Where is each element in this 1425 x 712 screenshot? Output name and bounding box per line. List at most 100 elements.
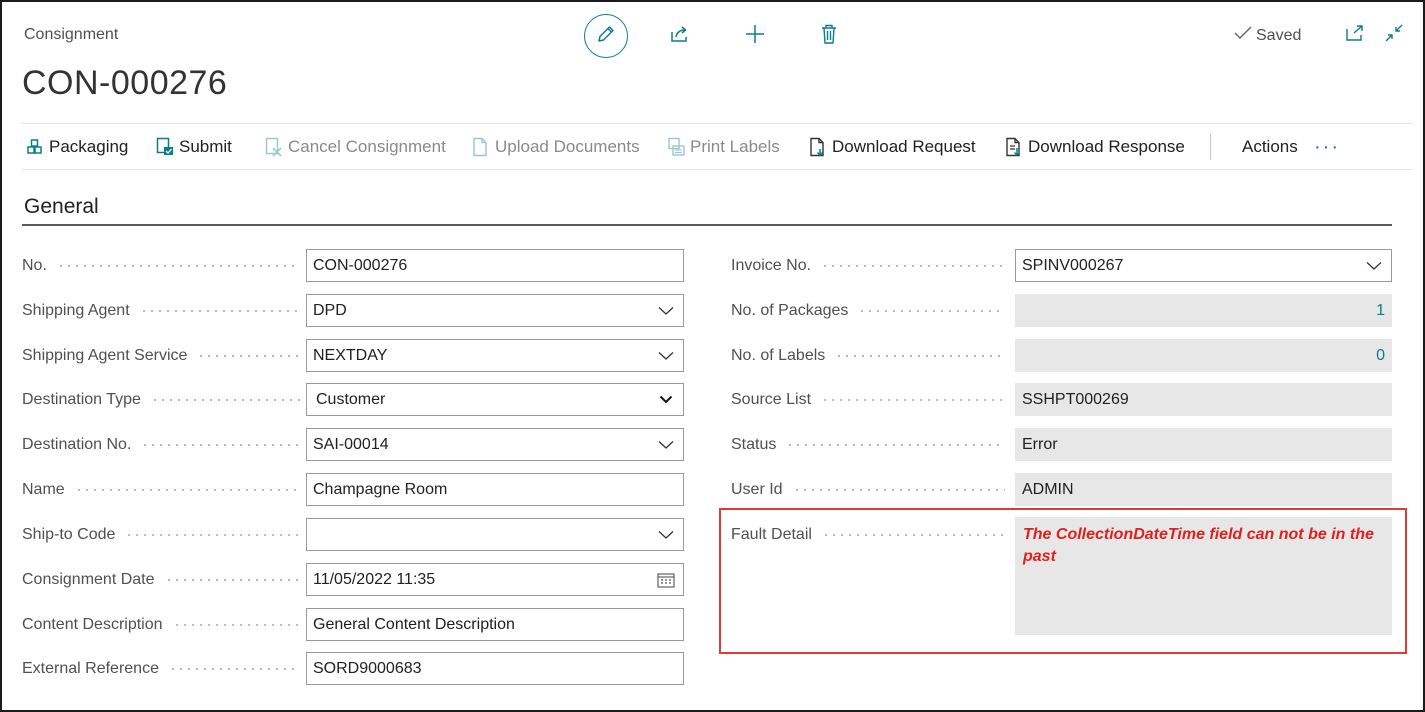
destination-no-dropdown[interactable]: SAI-00014: [306, 428, 684, 461]
download-response-button[interactable]: Download Response: [1005, 124, 1185, 170]
plus-icon: [744, 23, 766, 50]
shipping-agent-dropdown[interactable]: DPD: [306, 294, 684, 327]
chevron-down-icon: [1365, 257, 1383, 275]
print-labels-icon: [667, 137, 685, 157]
upload-document-icon: [472, 137, 490, 157]
submit-icon: [156, 137, 174, 157]
field-label: Shipping Agent Service: [22, 339, 300, 372]
print-labels-button[interactable]: Print Labels: [667, 124, 780, 170]
download-response-icon: [1005, 137, 1023, 157]
chevron-down-icon: [657, 302, 675, 320]
field-user-id: User Id ADMIN: [731, 473, 1392, 506]
field-label: Status: [731, 428, 1005, 461]
field-label: Shipping Agent: [22, 294, 300, 327]
field-name: Name Champagne Room: [22, 473, 684, 506]
cancel-consignment-label: Cancel Consignment: [288, 137, 446, 156]
action-bar-divider: [1210, 134, 1211, 160]
content-description-input[interactable]: General Content Description: [306, 608, 684, 641]
consignment-date-input[interactable]: 11/05/2022 11:35: [306, 563, 684, 596]
page-caption: Consignment: [24, 26, 119, 43]
invoice-no-dropdown[interactable]: SPINV000267: [1015, 249, 1392, 282]
upload-documents-button[interactable]: Upload Documents: [472, 124, 640, 170]
field-no-of-labels: No. of Labels 0: [731, 339, 1392, 372]
chevron-down-icon: [657, 436, 675, 454]
field-destination-no: Destination No. SAI-00014: [22, 428, 684, 461]
field-invoice-no: Invoice No. SPINV000267: [731, 249, 1392, 282]
packaging-icon: [26, 137, 44, 157]
no-input[interactable]: CON-000276: [306, 249, 684, 282]
user-id-value: ADMIN: [1015, 473, 1392, 506]
checkmark-icon: [1234, 26, 1252, 45]
field-shipping-agent-service: Shipping Agent Service NEXTDAY: [22, 339, 684, 372]
no-of-labels-value[interactable]: 0: [1015, 339, 1392, 372]
download-request-button[interactable]: Download Request: [809, 124, 976, 170]
cancel-document-icon: [265, 137, 283, 157]
share-button[interactable]: [668, 24, 692, 48]
field-label: Content Description: [22, 608, 300, 641]
section-title-general[interactable]: General: [24, 195, 99, 219]
field-source-list: Source List SSHPT000269: [731, 383, 1392, 416]
destination-type-select[interactable]: Customer: [306, 383, 684, 416]
download-request-label: Download Request: [832, 137, 976, 156]
field-label: No.: [22, 249, 300, 282]
chevron-down-icon: [657, 391, 675, 409]
name-input[interactable]: Champagne Room: [306, 473, 684, 506]
download-document-icon: [809, 137, 827, 157]
collapse-button[interactable]: [1383, 24, 1405, 46]
no-of-packages-value[interactable]: 1: [1015, 294, 1392, 327]
external-reference-input[interactable]: SORD9000683: [306, 652, 684, 685]
field-shipping-agent: Shipping Agent DPD: [22, 294, 684, 327]
chevron-down-icon: [657, 526, 675, 544]
open-new-window-icon: [1345, 24, 1365, 47]
fault-detail-highlight: [719, 508, 1407, 654]
action-bar: Packaging Submit Cancel Consignment Uplo…: [22, 123, 1413, 170]
page-title: CON-000276: [22, 64, 228, 102]
field-label: User Id: [731, 473, 1005, 506]
field-external-reference: External Reference SORD9000683: [22, 652, 684, 685]
status-value: Error: [1015, 428, 1392, 461]
submit-button[interactable]: Submit: [156, 124, 232, 170]
field-label: Ship-to Code: [22, 518, 300, 551]
field-content-description: Content Description General Content Desc…: [22, 608, 684, 641]
submit-label: Submit: [179, 137, 232, 156]
cancel-consignment-button[interactable]: Cancel Consignment: [265, 124, 446, 170]
more-options-button[interactable]: ···: [1314, 124, 1340, 170]
field-label: Destination No.: [22, 428, 300, 461]
actions-label: Actions: [1242, 137, 1298, 156]
field-label: Invoice No.: [731, 249, 1005, 282]
calendar-icon[interactable]: [657, 571, 675, 589]
page-frame: Consignment CON-000276 Saved Packaging S…: [0, 0, 1425, 712]
field-label: Source List: [731, 383, 1005, 416]
field-label: No. of Labels: [731, 339, 1005, 372]
section-divider: [22, 224, 1392, 226]
field-label: External Reference: [22, 652, 300, 685]
source-list-value: SSHPT000269: [1015, 383, 1392, 416]
field-ship-to-code: Ship-to Code: [22, 518, 684, 551]
chevron-down-icon: [657, 347, 675, 365]
field-no-of-packages: No. of Packages 1: [731, 294, 1392, 327]
field-label: Name: [22, 473, 300, 506]
trash-icon: [819, 23, 839, 50]
field-label: No. of Packages: [731, 294, 1005, 327]
download-response-label: Download Response: [1028, 137, 1185, 156]
collapse-icon: [1384, 23, 1404, 48]
packaging-label: Packaging: [49, 137, 129, 156]
actions-menu-button[interactable]: Actions: [1242, 124, 1298, 170]
field-status: Status Error: [731, 428, 1392, 461]
save-status-text: Saved: [1256, 26, 1302, 44]
print-labels-label: Print Labels: [690, 137, 780, 156]
open-new-window-button[interactable]: [1344, 24, 1366, 46]
field-label: Destination Type: [22, 383, 300, 416]
upload-documents-label: Upload Documents: [495, 137, 640, 156]
share-icon: [669, 23, 691, 50]
field-consignment-date: Consignment Date 11/05/2022 11:35: [22, 563, 684, 596]
packaging-button[interactable]: Packaging: [26, 124, 128, 170]
field-no: No. CON-000276: [22, 249, 684, 282]
shipping-agent-service-dropdown[interactable]: NEXTDAY: [306, 339, 684, 372]
delete-button[interactable]: [817, 24, 841, 48]
edit-button[interactable]: [584, 14, 628, 58]
ship-to-code-dropdown[interactable]: [306, 518, 684, 551]
save-status: Saved: [1234, 26, 1301, 45]
new-button[interactable]: [743, 24, 767, 48]
pencil-icon: [596, 24, 616, 49]
